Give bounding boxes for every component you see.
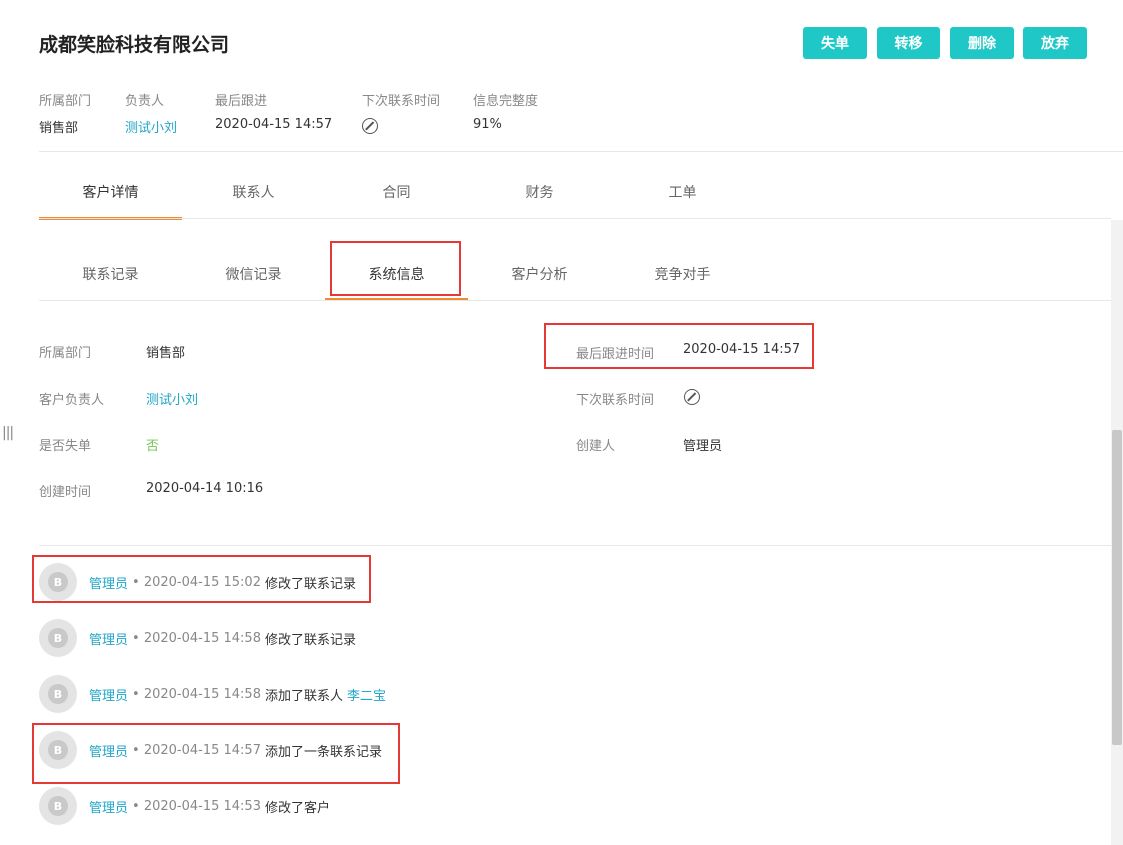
tab-customer-analysis[interactable]: 客户分析	[468, 264, 611, 284]
activity-item: B 管理员 • 2020-04-15 14:53 修改了客户	[39, 786, 330, 826]
avatar: B	[39, 787, 77, 825]
lost-order-button[interactable]: 失单	[803, 27, 867, 59]
activity-item: B 管理员 • 2020-04-15 15:02 修改了联系记录	[39, 562, 356, 602]
info-divider	[39, 545, 1111, 546]
activity-user[interactable]: 管理员	[89, 573, 128, 592]
info-creator-label: 创建人	[576, 439, 616, 454]
info-department-value: 销售部	[146, 346, 186, 361]
activity-item: B 管理员 • 2020-04-15 14:57 添加了一条联系记录	[39, 730, 382, 770]
avatar: B	[39, 563, 77, 601]
transfer-button[interactable]: 转移	[877, 27, 940, 59]
abandon-button[interactable]: 放弃	[1023, 27, 1087, 59]
prohibited-icon	[362, 118, 378, 134]
divider	[39, 151, 1123, 152]
info-owner-label: 客户负责人	[39, 393, 105, 408]
info-department-label: 所属部门	[39, 346, 92, 361]
tab-finance[interactable]: 财务	[468, 182, 611, 202]
avatar-logo-icon: B	[48, 684, 68, 704]
activity-time: • 2020-04-15 14:58	[132, 686, 261, 702]
avatar-logo-icon: B	[48, 628, 68, 648]
info-lost-label: 是否失单	[39, 439, 92, 454]
info-lost-value: 否	[146, 439, 160, 454]
activity-text: 添加了联系人	[264, 688, 343, 704]
activity-item: B 管理员 • 2020-04-15 14:58 修改了联系记录	[39, 618, 356, 658]
prohibited-icon	[684, 389, 700, 405]
completeness-value: 91%	[473, 117, 502, 132]
activity-time: • 2020-04-15 14:58	[132, 630, 261, 646]
department-value: 销售部	[39, 121, 79, 136]
sub-tabs-divider	[39, 300, 1111, 301]
info-creator-value: 管理员	[683, 439, 723, 454]
next-contact-label: 下次联系时间	[362, 94, 441, 109]
avatar-logo-icon: B	[48, 796, 68, 816]
owner-label: 负责人	[125, 94, 165, 109]
tab-wechat-records[interactable]: 微信记录	[182, 264, 325, 284]
scrollbar-thumb[interactable]	[1112, 430, 1122, 745]
info-last-follow-value: 2020-04-15 14:57	[683, 342, 801, 357]
activity-text: 修改了客户	[264, 800, 330, 816]
activity-time: • 2020-04-15 14:57	[132, 742, 261, 758]
main-tabs-divider	[39, 218, 1111, 219]
last-follow-value: 2020-04-15 14:57	[215, 117, 333, 132]
avatar: B	[39, 675, 77, 713]
owner-link[interactable]: 测试小刘	[125, 117, 177, 136]
completeness-label: 信息完整度	[473, 94, 539, 109]
tab-contact-records[interactable]: 联系记录	[39, 264, 182, 284]
activity-user[interactable]: 管理员	[89, 685, 128, 704]
tab-contacts[interactable]: 联系人	[182, 182, 325, 202]
tab-work-orders[interactable]: 工单	[611, 182, 754, 202]
activity-text: 修改了联系记录	[264, 576, 356, 592]
next-contact-value	[362, 118, 378, 138]
company-name: 成都笑脸科技有限公司	[39, 34, 230, 56]
activity-user[interactable]: 管理员	[89, 797, 128, 816]
activity-time: • 2020-04-15 14:53	[132, 798, 261, 814]
info-next-contact-label: 下次联系时间	[576, 393, 655, 408]
info-created-value: 2020-04-14 10:16	[146, 481, 264, 496]
last-follow-label: 最后跟进	[215, 94, 268, 109]
tab-system-info[interactable]: 系统信息	[325, 264, 468, 284]
info-last-follow-label: 最后跟进时间	[576, 347, 655, 362]
activity-contact-link[interactable]: 李二宝	[347, 685, 386, 704]
info-owner-link[interactable]: 测试小刘	[146, 389, 198, 408]
activity-text: 添加了一条联系记录	[264, 744, 382, 760]
activity-text: 修改了联系记录	[264, 632, 356, 648]
info-next-contact-value	[684, 389, 700, 409]
activity-user[interactable]: 管理员	[89, 629, 128, 648]
delete-button[interactable]: 删除	[950, 27, 1014, 59]
tab-competitors[interactable]: 竞争对手	[611, 264, 754, 284]
avatar-logo-icon: B	[48, 572, 68, 592]
activity-time: • 2020-04-15 15:02	[132, 574, 261, 590]
resize-handle-icon[interactable]: |||	[2, 425, 14, 441]
activity-item: B 管理员 • 2020-04-15 14:58 添加了联系人 李二宝	[39, 674, 386, 714]
tab-contracts[interactable]: 合同	[325, 182, 468, 202]
info-created-label: 创建时间	[39, 485, 92, 500]
department-label: 所属部门	[39, 94, 92, 109]
activity-user[interactable]: 管理员	[89, 741, 128, 760]
tab-customer-details[interactable]: 客户详情	[39, 182, 182, 202]
avatar: B	[39, 731, 77, 769]
avatar: B	[39, 619, 77, 657]
avatar-logo-icon: B	[48, 740, 68, 760]
